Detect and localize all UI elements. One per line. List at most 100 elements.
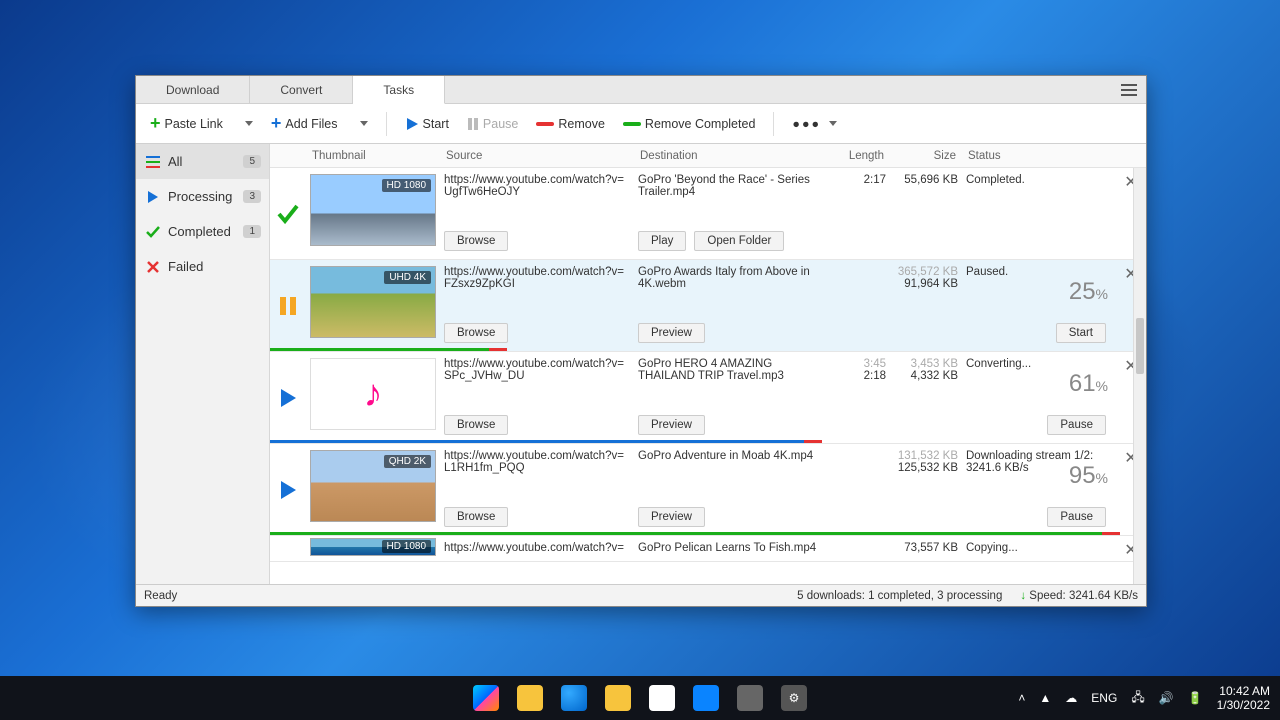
x-icon bbox=[146, 261, 160, 273]
browse-button[interactable]: Browse bbox=[444, 507, 508, 527]
total-size: 131,532 KB bbox=[894, 450, 958, 462]
quality-badge: HD 1080 bbox=[382, 179, 431, 192]
network-icon[interactable]: 🖧 bbox=[1131, 688, 1144, 709]
paste-link-button[interactable]: +Paste Link bbox=[144, 109, 229, 138]
col-destination[interactable]: Destination bbox=[634, 150, 834, 162]
remove-completed-button[interactable]: Remove Completed bbox=[617, 113, 761, 135]
volume-icon[interactable]: 🔊 bbox=[1159, 691, 1174, 705]
language-indicator[interactable]: ENG bbox=[1091, 691, 1117, 705]
add-files-button[interactable]: +Add Files bbox=[265, 109, 344, 138]
browse-button[interactable]: Browse bbox=[444, 323, 508, 343]
size: 4,332 KB bbox=[894, 370, 958, 382]
task-row[interactable]: QHD 2K https://www.youtube.com/watch?v=L… bbox=[270, 444, 1146, 536]
paste-link-dropdown[interactable] bbox=[235, 117, 259, 130]
quality-badge: QHD 2K bbox=[384, 455, 431, 468]
status-bar: Ready 5 downloads: 1 completed, 3 proces… bbox=[136, 584, 1146, 606]
status-summary: 5 downloads: 1 completed, 3 processing bbox=[797, 590, 1002, 602]
onedrive-icon[interactable]: ▲ bbox=[1039, 691, 1051, 705]
system-tray: ˄ ▲ ☁ ENG 🖧 🔊 🔋 10:42 AM1/30/2022 bbox=[1018, 684, 1270, 713]
app-window: Download Convert Tasks +Paste Link +Add … bbox=[135, 75, 1147, 607]
play-button[interactable]: Play bbox=[638, 231, 686, 251]
task-row[interactable]: UHD 4K https://www.youtube.com/watch?v=F… bbox=[270, 260, 1146, 352]
file-explorer-icon[interactable] bbox=[605, 685, 631, 711]
total-length: 3:45 bbox=[838, 358, 886, 370]
sidebar-item-processing[interactable]: Processing 3 bbox=[136, 179, 269, 214]
play-icon bbox=[146, 191, 160, 203]
start-button[interactable] bbox=[473, 685, 499, 711]
preview-button[interactable]: Preview bbox=[638, 507, 705, 527]
status-text: Paused. bbox=[966, 266, 1008, 278]
add-files-dropdown[interactable] bbox=[350, 117, 374, 130]
music-icon: ♪ bbox=[364, 373, 383, 416]
start-task-button[interactable]: Start bbox=[1056, 323, 1106, 343]
preview-button[interactable]: Preview bbox=[638, 415, 705, 435]
remove-button[interactable]: Remove bbox=[530, 113, 611, 135]
weather-icon[interactable]: ☁ bbox=[1065, 691, 1077, 705]
minus-icon bbox=[536, 122, 554, 126]
state-icon bbox=[270, 168, 306, 259]
play-icon bbox=[405, 117, 419, 131]
plus-icon: + bbox=[150, 113, 161, 134]
status-ready: Ready bbox=[144, 590, 177, 602]
start-button[interactable]: Start bbox=[399, 113, 455, 135]
tab-convert[interactable]: Convert bbox=[250, 76, 353, 103]
sidebar-item-failed[interactable]: Failed bbox=[136, 249, 269, 284]
scrollbar[interactable] bbox=[1133, 168, 1146, 584]
col-source[interactable]: Source bbox=[440, 150, 634, 162]
task-row[interactable]: HD 1080 https://www.youtube.com/watch?v=… bbox=[270, 168, 1146, 260]
size: 125,532 KB bbox=[894, 462, 958, 474]
battery-icon[interactable]: 🔋 bbox=[1188, 691, 1203, 705]
sidebar-item-completed[interactable]: Completed 1 bbox=[136, 214, 269, 249]
quality-badge: HD 1080 bbox=[382, 540, 431, 553]
pause-button[interactable]: Pause bbox=[461, 113, 524, 135]
pause-task-button[interactable]: Pause bbox=[1047, 507, 1106, 527]
col-thumbnail[interactable]: Thumbnail bbox=[306, 150, 440, 162]
more-actions-button[interactable]: ●●● bbox=[786, 113, 843, 135]
store-icon[interactable] bbox=[649, 685, 675, 711]
app-icon[interactable] bbox=[737, 685, 763, 711]
open-folder-button[interactable]: Open Folder bbox=[694, 231, 784, 251]
tab-tasks[interactable]: Tasks bbox=[353, 76, 445, 104]
size: 91,964 KB bbox=[894, 278, 958, 290]
mail-icon[interactable] bbox=[693, 685, 719, 711]
list-icon bbox=[146, 156, 160, 168]
sidebar-label: Completed bbox=[168, 224, 231, 239]
count-badge: 3 bbox=[243, 190, 261, 203]
settings-icon[interactable]: ⚙ bbox=[781, 685, 807, 711]
col-status[interactable]: Status bbox=[962, 150, 1116, 162]
sidebar-item-all[interactable]: All 5 bbox=[136, 144, 269, 179]
task-row[interactable]: ♪ https://www.youtube.com/watch?v=SPc_JV… bbox=[270, 352, 1146, 444]
progress-percent: 95% bbox=[1069, 462, 1108, 490]
col-length[interactable]: Length bbox=[834, 150, 890, 162]
pause-task-button[interactable]: Pause bbox=[1047, 415, 1106, 435]
progress-bar bbox=[270, 440, 1146, 443]
task-row[interactable]: HD 1080 https://www.youtube.com/watch?v=… bbox=[270, 536, 1146, 562]
sidebar-label: Failed bbox=[168, 259, 203, 274]
state-icon bbox=[270, 260, 306, 351]
state-icon bbox=[270, 444, 306, 535]
count-badge: 5 bbox=[243, 155, 261, 168]
edge-icon[interactable] bbox=[561, 685, 587, 711]
progress-percent: 61% bbox=[1069, 370, 1108, 398]
sidebar-label: Processing bbox=[168, 189, 232, 204]
check-icon bbox=[146, 226, 160, 238]
status-text: Copying... bbox=[962, 536, 1116, 561]
clock[interactable]: 10:42 AM1/30/2022 bbox=[1217, 684, 1270, 713]
status-text: Converting... bbox=[966, 358, 1031, 370]
preview-button[interactable]: Preview bbox=[638, 323, 705, 343]
menu-icon[interactable] bbox=[1118, 79, 1140, 101]
tray-chevron-icon[interactable]: ˄ bbox=[1018, 691, 1025, 705]
browse-button[interactable]: Browse bbox=[444, 231, 508, 251]
total-size: 3,453 KB bbox=[894, 358, 958, 370]
source-url: https://www.youtube.com/watch?v= bbox=[440, 536, 634, 561]
tab-download[interactable]: Download bbox=[136, 76, 250, 103]
download-icon: ↓ bbox=[1020, 590, 1026, 602]
browse-button[interactable]: Browse bbox=[444, 415, 508, 435]
length: 2:18 bbox=[838, 370, 886, 382]
col-size[interactable]: Size bbox=[890, 150, 962, 162]
plus-icon: + bbox=[271, 113, 282, 134]
taskbar-app-icon[interactable] bbox=[517, 685, 543, 711]
pause-icon bbox=[467, 117, 479, 131]
column-headers: Thumbnail Source Destination Length Size… bbox=[270, 144, 1146, 168]
scrollbar-thumb[interactable] bbox=[1136, 318, 1144, 374]
